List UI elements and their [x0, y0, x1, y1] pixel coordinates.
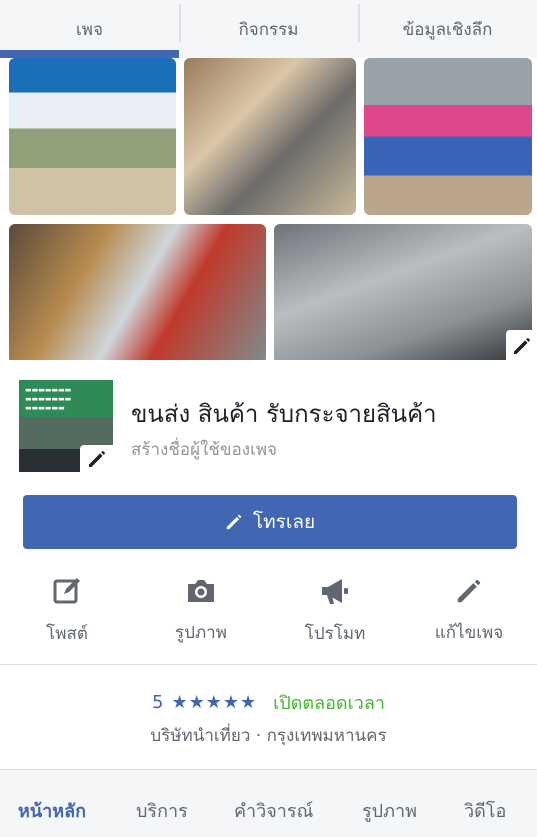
- profile-picture-graphic: ▬▬▬▬▬▬▬ ▬▬▬▬▬▬▬ ▬▬▬▬▬▬: [25, 386, 72, 412]
- tab-activity[interactable]: กิจกรรม: [179, 0, 358, 58]
- camera-icon: [188, 579, 214, 602]
- post-button[interactable]: โพสต์: [0, 566, 134, 646]
- promote-label: โปรโมท: [304, 624, 366, 644]
- pencil-icon: [226, 514, 242, 530]
- tab-reviews[interactable]: คำวิจารณ์: [234, 796, 313, 825]
- edit-page-button[interactable]: แก้ไขเพจ: [402, 566, 536, 646]
- category-location: บริษัทนำเที่ยว · กรุงเทพมหานคร: [150, 726, 387, 746]
- open-status: เปิดตลอดเวลา: [273, 693, 386, 714]
- edit-cover-button[interactable]: [506, 330, 537, 361]
- edit-profile-picture-button[interactable]: [80, 445, 113, 473]
- rating-score: 5: [151, 692, 164, 713]
- pencil-icon: [457, 579, 481, 602]
- cover-photo-truck[interactable]: [274, 224, 532, 360]
- page-actions: โพสต์ รูปภาพ โปรโมท แก้ไขเพจ: [0, 566, 537, 646]
- bottom-tab-bar: หน้าหลัก บริการ คำวิจารณ์ รูปภาพ วิดีโอ: [0, 769, 537, 837]
- tab-activity-label: กิจกรรม: [238, 19, 299, 40]
- cover-photo-truck-cargo[interactable]: [364, 58, 532, 215]
- tab-services[interactable]: บริการ: [136, 796, 188, 825]
- cover-photo-collage[interactable]: [0, 58, 537, 360]
- megaphone-icon: [322, 579, 348, 604]
- cover-photo-furniture[interactable]: [9, 224, 266, 360]
- tab-page[interactable]: เพจ: [0, 0, 179, 58]
- divider: [0, 664, 537, 665]
- page-title: ขนส่ง สินค้า รับกระจายสินค้า: [131, 400, 437, 428]
- call-now-button[interactable]: โทรเลย: [23, 495, 517, 549]
- tab-page-label: เพจ: [76, 19, 103, 40]
- compose-icon: [53, 578, 80, 604]
- rating-row[interactable]: 5 ★★★★★ เปิดตลอดเวลา: [0, 688, 537, 717]
- tab-insights[interactable]: ข้อมูลเชิงลึก: [358, 0, 537, 58]
- post-label: โพสต์: [46, 624, 88, 644]
- edit-page-label: แก้ไขเพจ: [434, 623, 504, 643]
- tab-photos[interactable]: รูปภาพ: [362, 796, 417, 825]
- pencil-icon: [513, 337, 530, 354]
- pencil-icon: [88, 450, 105, 467]
- cover-photo-booth[interactable]: [9, 58, 176, 215]
- top-tab-bar: เพจ กิจกรรม ข้อมูลเชิงลึก: [0, 0, 537, 59]
- tab-home[interactable]: หน้าหลัก: [18, 796, 86, 825]
- call-now-label: โทรเลย: [252, 511, 316, 533]
- promote-button[interactable]: โปรโมท: [268, 566, 402, 646]
- tab-insights-label: ข้อมูลเชิงลึก: [402, 19, 493, 40]
- create-username-link[interactable]: สร้างชื่อผู้ใช้ของเพจ: [131, 436, 277, 463]
- cover-photo-boxes[interactable]: [184, 58, 356, 215]
- tab-videos[interactable]: วิดีโอ: [464, 796, 506, 825]
- photo-button[interactable]: รูปภาพ: [134, 566, 268, 646]
- photo-label: รูปภาพ: [175, 623, 227, 643]
- rating-stars: ★★★★★: [171, 692, 258, 713]
